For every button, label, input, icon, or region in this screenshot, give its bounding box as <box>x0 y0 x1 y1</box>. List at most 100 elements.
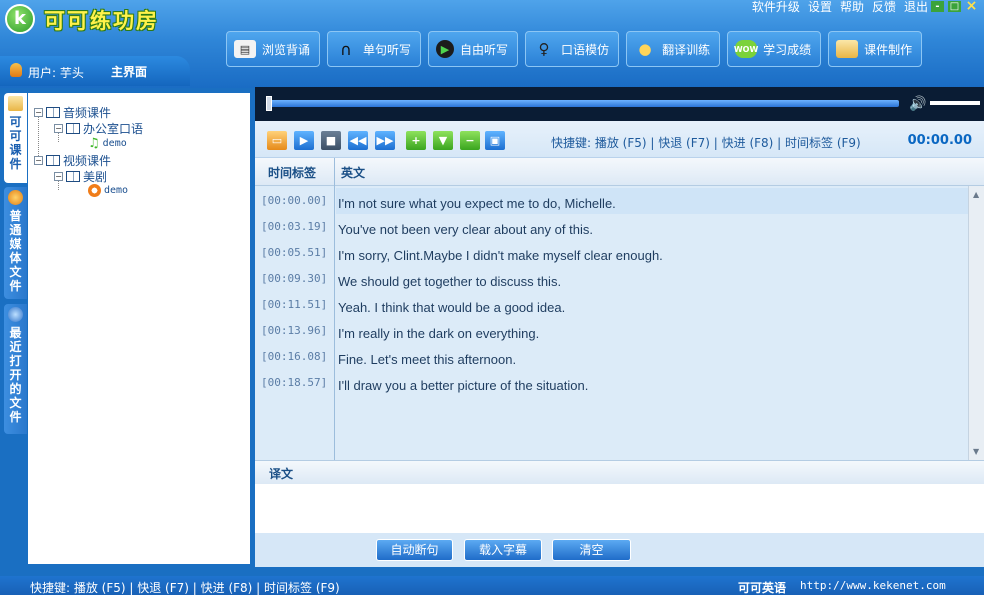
timestamp-cell: [00:05.51] <box>261 246 328 259</box>
remove-button[interactable]: − <box>460 131 480 150</box>
vertical-scrollbar[interactable]: ▲ ▼ <box>968 186 984 460</box>
time-display: 00:00.00 <box>907 133 972 148</box>
shortcut-hints: 快捷键: 播放 (F5) | 快退 (F7) | 快进 (F8) | 时间标签 … <box>551 136 861 150</box>
learning-scores-button[interactable]: WOW 学习成绩 <box>727 31 822 67</box>
menu-feedback[interactable]: 反馈 <box>872 0 896 14</box>
book-icon <box>66 171 80 182</box>
tree-node-office-english-label: 办公室口语 <box>83 122 144 136</box>
add-button[interactable]: + <box>406 131 426 150</box>
table-row[interactable]: [00:18.57] I'll draw you a better pictur… <box>255 370 968 396</box>
english-cell[interactable]: Fine. Let's meet this afternoon. <box>336 344 968 370</box>
headphones-icon: ∩ <box>340 39 352 59</box>
tree-leaf-video-demo[interactable]: demo <box>88 184 128 197</box>
english-cell[interactable]: I'll draw you a better picture of the si… <box>336 370 968 396</box>
status-url-link[interactable]: http://www.kekenet.com <box>800 579 946 592</box>
column-header-english[interactable]: 英文 <box>341 164 365 181</box>
bottom-button-bar: 自动断句 载入字幕 清空 <box>255 533 984 567</box>
translation-textarea[interactable] <box>255 484 984 533</box>
tab-keke-courseware-label: 可可课件 <box>9 115 22 171</box>
tab-recent-files[interactable]: 最近打开的文件 <box>4 304 27 434</box>
speaking-imitation-button[interactable]: ♀ 口语模仿 <box>525 31 620 67</box>
free-dictation-label: 自由听写 <box>460 42 509 57</box>
play-button[interactable]: ▶ <box>294 131 314 150</box>
main-toolbar: ▤ 浏览背诵 ∩ 单句听写 ▶ 自由听写 ♀ 口语模仿 ● 翻译训练 WOW 学… <box>226 31 923 67</box>
video-disc-icon <box>88 184 101 197</box>
main-interface-tab[interactable]: 主界面 <box>111 63 147 80</box>
window-controls: - □ × <box>931 0 978 13</box>
sentence-dictation-button[interactable]: ∩ 单句听写 <box>327 31 422 67</box>
learning-scores-label: 学习成绩 <box>763 42 812 57</box>
rewind-button[interactable]: ◀◀ <box>348 131 368 150</box>
book-icon <box>46 107 60 118</box>
load-subtitle-button[interactable]: 载入字幕 <box>464 539 542 561</box>
auto-split-button[interactable]: 自动断句 <box>376 539 453 561</box>
table-row[interactable]: [00:16.08] Fine. Let's meet this afterno… <box>255 344 968 370</box>
tree-node-video[interactable]: − 视频课件 <box>34 152 111 169</box>
book-icon: ▤ <box>234 40 256 58</box>
table-row[interactable]: [00:00.00] I'm not sure what you expect … <box>255 188 968 214</box>
browse-recite-button[interactable]: ▤ 浏览背诵 <box>226 31 321 67</box>
english-cell[interactable]: You've not been very clear about any of … <box>336 214 968 240</box>
save-button[interactable]: ▣ <box>485 131 505 150</box>
timestamp-cell: [00:16.08] <box>261 350 328 363</box>
wow-badge-icon: WOW <box>734 40 758 58</box>
table-row[interactable]: [00:09.30] We should get together to dis… <box>255 266 968 292</box>
english-cell[interactable]: I'm sorry, Clint.Maybe I didn't make mys… <box>336 240 968 266</box>
tab-keke-courseware[interactable]: 可可课件 <box>4 93 27 183</box>
table-row[interactable]: [00:13.96] I'm really in the dark on eve… <box>255 318 968 344</box>
fast-forward-button[interactable]: ▶▶ <box>375 131 395 150</box>
timestamp-cell: [00:03.19] <box>261 220 328 233</box>
tree-node-office-english[interactable]: − 办公室口语 <box>54 120 143 137</box>
seek-thumb[interactable] <box>266 96 272 111</box>
control-bar: ▭ ▶ ■ ◀◀ ▶▶ + ▼ − ▣ 快捷键: 播放 (F5) | 快退 (F… <box>255 121 984 158</box>
collapse-toggle[interactable]: − <box>34 156 43 165</box>
english-cell[interactable]: Yeah. I think that would be a good idea. <box>336 292 968 318</box>
tab-media-files[interactable]: 普通媒体文件 <box>4 187 27 299</box>
tree-node-audio[interactable]: − 音频课件 <box>34 104 111 121</box>
stop-button[interactable]: ■ <box>321 131 341 150</box>
table-row[interactable]: [00:05.51] I'm sorry, Clint.Maybe I didn… <box>255 240 968 266</box>
music-note-icon: ♫ <box>88 136 100 151</box>
play-circle-icon: ▶ <box>436 40 455 58</box>
open-folder-button[interactable]: ▭ <box>267 131 287 150</box>
move-down-button[interactable]: ▼ <box>433 131 453 150</box>
speaking-imitation-label: 口语模仿 <box>561 42 610 57</box>
translation-training-button[interactable]: ● 翻译训练 <box>626 31 721 67</box>
table-row[interactable]: [00:03.19] You've not been very clear ab… <box>255 214 968 240</box>
seek-bar[interactable] <box>269 100 899 107</box>
collapse-toggle[interactable]: − <box>54 172 63 181</box>
table-row[interactable]: [00:11.51] Yeah. I think that would be a… <box>255 292 968 318</box>
tree-node-us-drama[interactable]: − 美剧 <box>54 168 107 185</box>
folder-icon <box>836 40 859 58</box>
book-icon <box>46 155 60 166</box>
app-title: 可可练功房 <box>44 9 159 33</box>
menu-upgrade[interactable]: 软件升级 <box>752 0 800 14</box>
scroll-up-icon[interactable]: ▲ <box>973 190 979 199</box>
menu-settings[interactable]: 设置 <box>808 0 832 14</box>
collapse-toggle[interactable]: − <box>54 124 63 133</box>
minimize-button[interactable]: - <box>931 1 944 12</box>
clear-button[interactable]: 清空 <box>552 539 631 561</box>
restore-button[interactable]: □ <box>948 1 961 12</box>
timestamp-cell: [00:00.00] <box>261 194 328 207</box>
tree-leaf-audio-demo[interactable]: ♫ demo <box>88 136 127 151</box>
collapse-toggle[interactable]: − <box>34 108 43 117</box>
menu-exit[interactable]: 退出 <box>904 0 928 14</box>
english-cell[interactable]: We should get together to discuss this. <box>336 266 968 292</box>
folder-icon <box>8 96 23 111</box>
media-player: 🔊 <box>255 87 984 121</box>
close-button[interactable]: × <box>965 0 978 13</box>
english-cell[interactable]: I'm not sure what you expect me to do, M… <box>336 188 968 214</box>
subtitle-grid: 时间标签 英文 [00:00.00] I'm not sure what you… <box>255 158 984 460</box>
scroll-down-icon[interactable]: ▼ <box>973 447 979 456</box>
menu-help[interactable]: 帮助 <box>840 0 864 14</box>
translation-label: 译文 <box>269 467 294 481</box>
free-dictation-button[interactable]: ▶ 自由听写 <box>428 31 519 67</box>
speaker-icon[interactable]: 🔊 <box>909 96 926 112</box>
courseware-creation-button[interactable]: 课件制作 <box>828 31 923 67</box>
recent-globe-icon <box>8 307 23 322</box>
english-cell[interactable]: I'm really in the dark on everything. <box>336 318 968 344</box>
browse-recite-label: 浏览背诵 <box>262 42 311 57</box>
column-header-timestamp[interactable]: 时间标签 <box>268 164 316 181</box>
volume-slider[interactable] <box>930 101 980 105</box>
